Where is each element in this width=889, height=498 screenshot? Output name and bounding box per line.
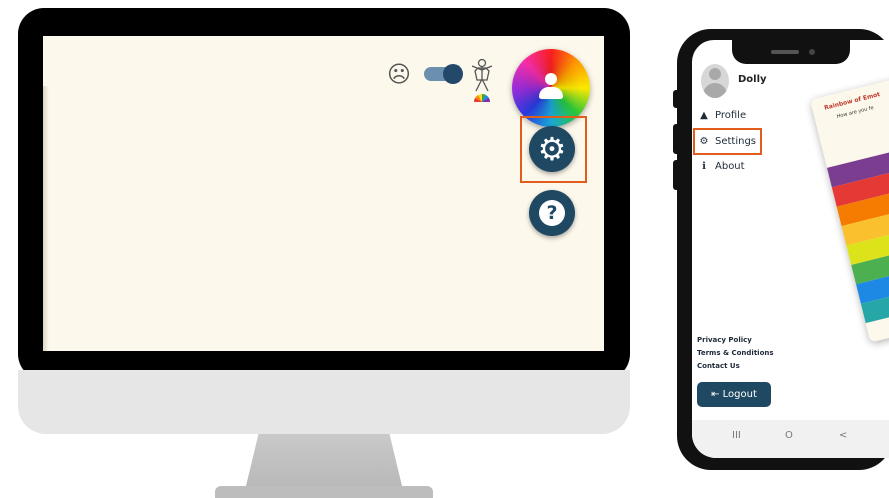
gear-icon: ⚙ bbox=[537, 130, 567, 168]
sad-face-icon[interactable]: ☹ bbox=[387, 64, 411, 87]
monitor-chin bbox=[18, 370, 630, 434]
phone-screen: Rainbow of Emot How are you fe Dolly ▲ Pr… bbox=[692, 40, 889, 458]
menu-item-profile[interactable]: ▲ Profile bbox=[698, 108, 746, 124]
menu-label: About bbox=[715, 161, 745, 172]
avatar[interactable] bbox=[701, 64, 729, 98]
rainbow-stripes bbox=[826, 136, 889, 342]
android-nav-bar: III O < bbox=[692, 420, 889, 458]
terms-link[interactable]: Terms & Conditions bbox=[697, 349, 774, 357]
menu-label: Profile bbox=[715, 110, 747, 121]
person-icon: ▲ bbox=[700, 110, 708, 121]
logout-button[interactable]: ⇤ Logout bbox=[697, 382, 771, 407]
toggle-knob bbox=[443, 64, 463, 84]
side-panel-edge bbox=[43, 86, 49, 351]
app-preview-card: Rainbow of Emot How are you fe bbox=[810, 68, 889, 343]
logout-icon: ⇤ bbox=[711, 389, 720, 400]
user-icon bbox=[539, 73, 563, 101]
menu-label: Settings bbox=[715, 136, 757, 147]
contact-us-link[interactable]: Contact Us bbox=[697, 362, 740, 370]
info-icon: ℹ bbox=[702, 161, 706, 172]
recent-apps-button[interactable]: III bbox=[732, 430, 741, 441]
desktop-screen: ☹ ⚙ ? bbox=[43, 36, 604, 351]
menu-item-about[interactable]: ℹ About bbox=[698, 159, 745, 175]
back-button[interactable]: < bbox=[839, 430, 847, 441]
question-icon: ? bbox=[539, 200, 565, 226]
privacy-policy-link[interactable]: Privacy Policy bbox=[697, 336, 752, 344]
settings-button[interactable]: ⚙ bbox=[529, 126, 575, 172]
mini-rainbow-icon bbox=[474, 94, 490, 102]
profile-name: Dolly bbox=[738, 74, 767, 85]
help-button[interactable]: ? bbox=[529, 190, 575, 236]
gear-icon: ⚙ bbox=[699, 136, 709, 147]
phone-notch bbox=[732, 40, 850, 64]
menu-item-settings[interactable]: ⚙ Settings bbox=[698, 134, 757, 150]
monitor-stand bbox=[246, 434, 402, 486]
logout-label: Logout bbox=[722, 389, 757, 400]
body-outline-icon[interactable] bbox=[466, 58, 498, 92]
mood-toggle[interactable] bbox=[424, 64, 463, 84]
monitor-stand-base bbox=[215, 486, 433, 498]
home-button[interactable]: O bbox=[785, 430, 793, 441]
